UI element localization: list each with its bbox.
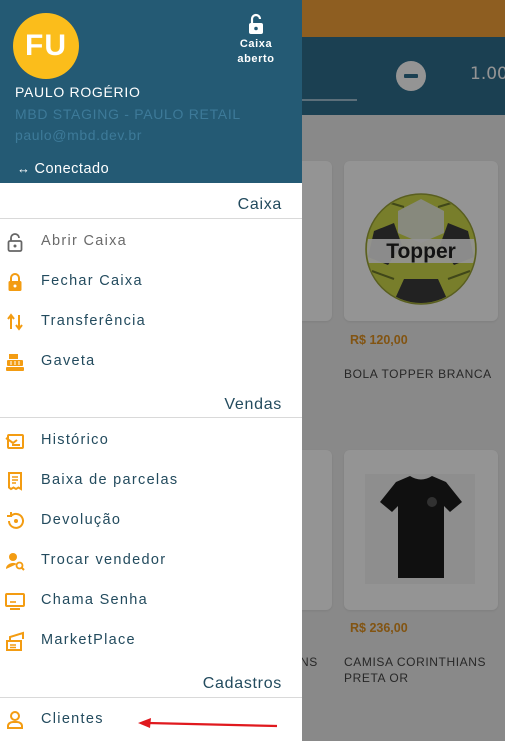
user-email: paulo@mbd.dev.br — [15, 127, 143, 143]
connection-status: ↔ Conectado — [17, 161, 109, 177]
menu-item-label: Transferência — [41, 313, 147, 329]
section-caixa: Caixa — [0, 183, 302, 219]
menu-item-label: Abrir Caixa — [41, 233, 128, 249]
unlocked-padlock-icon — [7, 233, 23, 252]
caixa-status-button[interactable]: Caixa aberto — [228, 13, 284, 67]
receipt-icon — [8, 472, 22, 491]
menu-item-label: Trocar vendedor — [41, 552, 167, 568]
sales-history-icon — [5, 434, 24, 449]
section-title-cadastros: Cadastros — [202, 675, 282, 692]
drawer-header: FU PAULO ROGÉRIO MBD STAGING - PAULO RET… — [0, 0, 302, 183]
marketplace-icon — [6, 631, 24, 651]
menu-item-label: MarketPlace — [41, 632, 136, 648]
menu-item-chama-senha[interactable]: Chama Senha — [0, 582, 302, 620]
connection-status-label: Conectado — [34, 161, 110, 177]
annotation-arrow-icon — [138, 718, 278, 728]
menu-item-label: Devolução — [41, 512, 122, 528]
menu-item-devolucao[interactable]: Devolução — [0, 502, 302, 540]
unlocked-padlock-icon — [249, 13, 263, 34]
menu-item-label: Fechar Caixa — [41, 273, 143, 289]
section-cadastros: Cadastros — [0, 662, 302, 698]
menu-item-label: Gaveta — [41, 353, 96, 369]
side-drawer: FU PAULO ROGÉRIO MBD STAGING - PAULO RET… — [0, 0, 302, 741]
monitor-icon — [5, 593, 25, 610]
section-vendas: Vendas — [0, 383, 302, 418]
transfer-arrows-icon — [7, 313, 23, 331]
section-title-vendas: Vendas — [224, 396, 282, 413]
avatar: FU — [13, 13, 79, 79]
user-company: MBD STAGING - PAULO RETAIL — [15, 106, 241, 122]
user-search-icon — [5, 553, 25, 571]
user-name: PAULO ROGÉRIO — [15, 84, 141, 100]
cash-register-icon — [6, 354, 24, 371]
menu-item-baixa-de-parcelas[interactable]: Baixa de parcelas — [0, 462, 302, 500]
menu-item-abrir-caixa[interactable]: Abrir Caixa — [0, 223, 302, 261]
menu-item-transferencia[interactable]: Transferência — [0, 303, 302, 341]
menu-item-gaveta[interactable]: Gaveta — [0, 343, 302, 381]
locked-padlock-icon — [8, 273, 22, 291]
menu-item-trocar-vendedor[interactable]: Trocar vendedor — [0, 542, 302, 580]
section-title-caixa: Caixa — [237, 196, 282, 213]
return-icon — [7, 512, 24, 529]
caixa-status-line1: Caixa — [239, 38, 273, 50]
menu-item-label: Baixa de parcelas — [41, 472, 179, 488]
menu-item-marketplace[interactable]: MarketPlace — [0, 622, 302, 660]
menu-item-historico[interactable]: Histórico — [0, 422, 302, 460]
menu-item-label: Histórico — [41, 432, 110, 448]
caixa-status-line2: aberto — [237, 53, 275, 65]
menu-item-fechar-caixa[interactable]: Fechar Caixa — [0, 263, 302, 301]
menu-item-label: Clientes — [41, 711, 104, 727]
person-icon — [7, 711, 23, 729]
menu-item-label: Chama Senha — [41, 592, 148, 608]
connection-arrows-icon: ↔ — [17, 161, 31, 176]
